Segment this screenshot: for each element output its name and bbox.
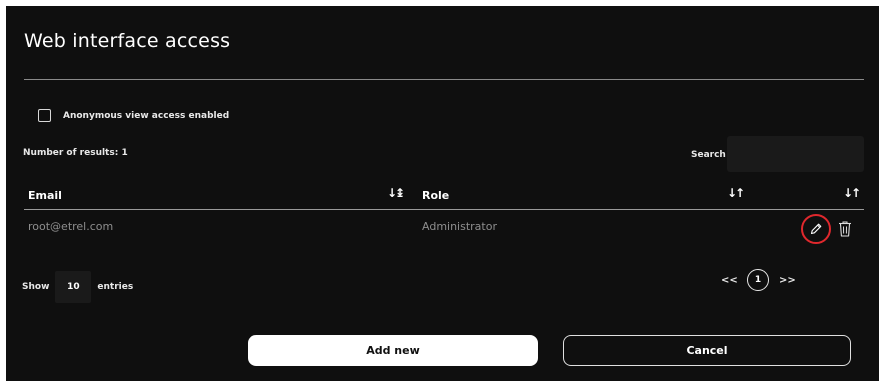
delete-button[interactable]	[835, 217, 855, 241]
search-input[interactable]	[727, 136, 864, 172]
show-label: Show	[22, 282, 50, 292]
trash-icon	[839, 221, 851, 237]
entries-length-control: Show 10 entries	[22, 271, 133, 303]
add-new-button[interactable]: Add new	[248, 335, 538, 366]
pagination-previous[interactable]: <<	[721, 275, 738, 286]
column-header-role[interactable]: Role	[422, 189, 449, 202]
web-access-dialog: Web interface access Anonymous view acce…	[6, 6, 879, 381]
cell-role: Administrator	[422, 220, 497, 233]
pagination: << 1 >>	[721, 269, 796, 291]
pencil-icon	[810, 223, 822, 235]
anonymous-access-label: Anonymous view access enabled	[63, 110, 230, 121]
pagination-current-page[interactable]: 1	[747, 269, 769, 291]
edit-button[interactable]	[801, 214, 831, 244]
sort-icon[interactable]: ↓↑	[843, 186, 861, 200]
search-label: Search	[691, 150, 726, 160]
pagination-next[interactable]: >>	[779, 275, 796, 286]
dialog-title: Web interface access	[24, 30, 231, 52]
cancel-button[interactable]: Cancel	[563, 335, 851, 366]
entries-label: entries	[97, 282, 134, 292]
sort-icon[interactable]: ↓↑	[727, 186, 745, 200]
table-row: root@etrel.com Administrator	[24, 210, 864, 250]
results-count: Number of results: 1	[23, 148, 128, 158]
entries-select[interactable]: 10	[55, 271, 92, 303]
table-header: Email ↓↨ Role ↓↑ ↓↑	[24, 183, 864, 210]
anonymous-access-checkbox[interactable]	[38, 109, 51, 122]
column-header-email[interactable]: Email	[28, 189, 62, 202]
sort-alpha-down-icon[interactable]: ↓↨	[387, 186, 405, 200]
title-divider	[24, 79, 864, 80]
cell-email: root@etrel.com	[28, 220, 114, 233]
anonymous-access-row[interactable]: Anonymous view access enabled	[38, 109, 229, 122]
